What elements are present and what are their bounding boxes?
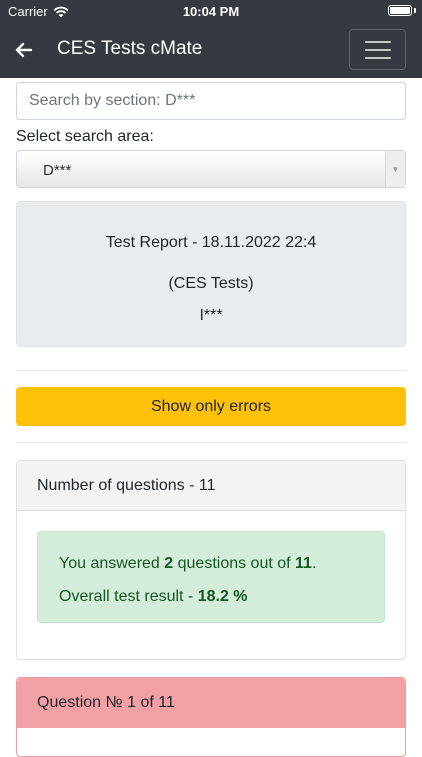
app-title: CES Tests cMate [57,38,203,59]
search-input[interactable] [16,82,406,120]
question-card-header: Question № 1 of 11 [17,678,405,728]
test-report-card: Test Report - 18.11.2022 22:4 (CES Tests… [16,201,406,347]
question-number: Question № 1 of 11 [37,694,175,711]
status-bar: Carrier 10:04 PM [0,0,422,22]
battery-icon [388,5,412,16]
hamburger-icon-bar [364,40,391,43]
result-prefix: Overall test result - [59,588,198,605]
answered-middle: questions out of [173,555,296,572]
report-user: I*** [199,307,223,324]
answered-summary: You answered 2 questions out of 11. [59,555,316,573]
menu-button[interactable] [349,29,406,70]
search-area-select[interactable]: D*** ▼ [16,150,406,188]
navbar: CES Tests cMate [0,22,422,78]
summary-card: Number of questions - 11 You answered 2 … [16,460,406,660]
divider [16,442,406,443]
search-area-selected-value: D*** [43,162,72,179]
overall-result: Overall test result - 18.2 % [59,588,248,606]
summary-card-header: Number of questions - 11 [17,461,405,511]
report-title: Test Report - 18.11.2022 22:4 [105,234,317,251]
search-area-label: Select search area: [16,128,154,145]
show-only-errors-button[interactable]: Show only errors [16,387,406,426]
answered-count: 2 [164,555,174,572]
result-alert: You answered 2 questions out of 11. Over… [37,531,385,623]
answered-suffix: . [311,555,317,572]
status-time: 10:04 PM [182,4,240,19]
report-subtitle: (CES Tests) [168,275,254,292]
answered-prefix: You answered [59,555,165,572]
hamburger-icon-bar [364,56,391,59]
questions-total: 11 [295,555,312,572]
back-button[interactable] [12,38,36,62]
hamburger-icon-bar [364,48,391,51]
question-count: Number of questions - 11 [37,477,216,494]
question-card: Question № 1 of 11 [16,677,406,757]
arrow-left-icon [15,42,33,58]
divider [16,370,406,371]
result-value: 18.2 % [197,588,248,605]
chevron-down-icon: ▼ [385,151,405,187]
battery-tip [414,8,416,13]
